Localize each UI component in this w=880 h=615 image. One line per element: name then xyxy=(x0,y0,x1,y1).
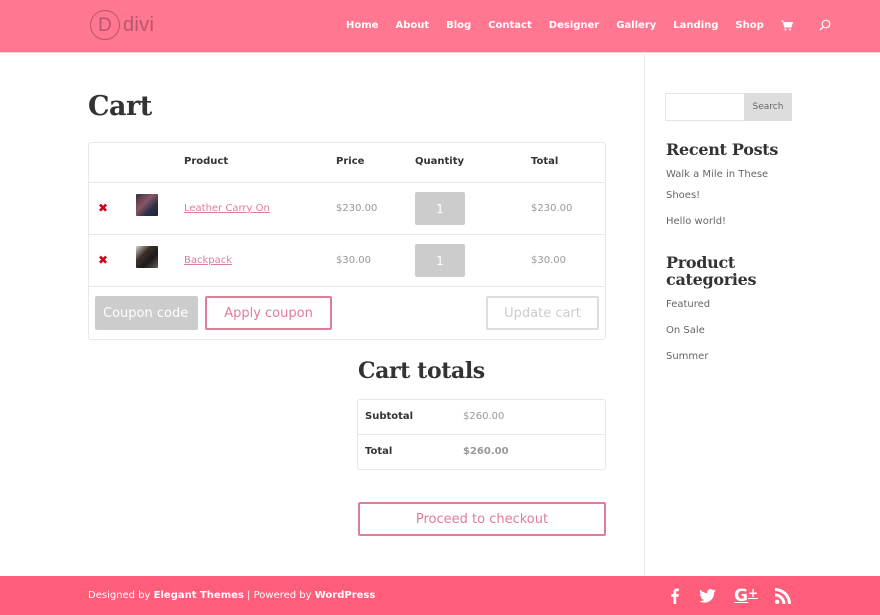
sidebar-search-input[interactable] xyxy=(665,93,745,121)
total-row: Total $260.00 xyxy=(358,435,605,470)
column-header-product: Product xyxy=(184,156,229,167)
site-logo[interactable]: D divi xyxy=(90,10,154,40)
rss-icon[interactable] xyxy=(774,586,792,606)
search-icon[interactable] xyxy=(819,19,831,31)
product-categories-title: Product categories xyxy=(666,254,757,289)
column-header-price: Price xyxy=(336,156,365,167)
shopping-cart-icon[interactable] xyxy=(780,20,793,31)
category-link-featured[interactable]: Featured xyxy=(666,294,710,315)
category-link-on-sale[interactable]: On Sale xyxy=(666,320,705,341)
nav-contact[interactable]: Contact xyxy=(488,20,532,31)
recent-post-link[interactable]: Hello world! xyxy=(666,211,726,232)
twitter-icon[interactable] xyxy=(698,586,716,606)
category-link-summer[interactable]: Summer xyxy=(666,346,708,367)
cart-actions: Coupon code Apply coupon Update cart xyxy=(89,287,605,339)
update-cart-button[interactable]: Update cart xyxy=(486,296,599,330)
logo-mark: D xyxy=(90,10,120,40)
google-plus-icon[interactable]: G + xyxy=(731,586,761,606)
subtotal-row: Subtotal $260.00 xyxy=(358,400,605,435)
apply-coupon-button[interactable]: Apply coupon xyxy=(205,296,332,330)
product-subtotal: $30.00 xyxy=(531,255,566,266)
subtotal-label: Subtotal xyxy=(365,411,414,422)
cart-item-row: ✖ Backpack $30.00 1 $30.00 xyxy=(89,235,605,287)
product-price: $30.00 xyxy=(336,255,371,266)
product-name-link[interactable]: Backpack xyxy=(184,255,232,266)
main-content: Cart Product Price Quantity Total ✖ Leat… xyxy=(0,54,880,576)
cart-totals-title: Cart totals xyxy=(358,358,485,384)
product-subtotal: $230.00 xyxy=(531,203,573,214)
product-thumbnail[interactable] xyxy=(136,246,158,268)
product-price: $230.00 xyxy=(336,203,378,214)
site-header: D divi Home About Blog Contact Designer … xyxy=(0,0,880,53)
elegant-themes-link[interactable]: Elegant Themes xyxy=(154,590,244,601)
nav-gallery[interactable]: Gallery xyxy=(616,20,656,31)
nav-about[interactable]: About xyxy=(395,20,429,31)
designed-by-text: Designed by xyxy=(88,590,154,601)
nav-home[interactable]: Home xyxy=(346,20,378,31)
recent-post-link[interactable]: Walk a Mile in These Shoes! xyxy=(666,164,768,206)
subtotal-value: $260.00 xyxy=(463,411,505,422)
product-thumbnail[interactable] xyxy=(136,194,158,216)
cart-item-row: ✖ Leather Carry On $230.00 1 $230.00 xyxy=(89,183,605,235)
quantity-input[interactable]: 1 xyxy=(415,192,465,225)
page-title: Cart xyxy=(88,91,152,122)
nav-shop[interactable]: Shop xyxy=(735,20,763,31)
sidebar-divider xyxy=(644,54,645,576)
nav-landing[interactable]: Landing xyxy=(673,20,718,31)
proceed-to-checkout-button[interactable]: Proceed to checkout xyxy=(358,502,606,536)
remove-item-icon[interactable]: ✖ xyxy=(98,201,108,215)
cart-totals-table: Subtotal $260.00 Total $260.00 xyxy=(357,399,606,470)
recent-post-line: Shoes! xyxy=(666,190,701,201)
title-line: categories xyxy=(666,270,757,289)
footer-credits: Designed by Elegant Themes | Powered by … xyxy=(88,590,375,601)
cart-table-header: Product Price Quantity Total xyxy=(89,143,605,183)
recent-post-line: Walk a Mile in These xyxy=(666,169,769,180)
main-nav: Home About Blog Contact Designer Gallery… xyxy=(346,19,831,31)
total-label: Total xyxy=(365,446,393,457)
site-footer: Designed by Elegant Themes | Powered by … xyxy=(0,576,880,615)
column-header-quantity: Quantity xyxy=(415,156,464,167)
nav-blog[interactable]: Blog xyxy=(446,20,471,31)
quantity-input[interactable]: 1 xyxy=(415,244,465,277)
logo-text: divi xyxy=(123,13,155,36)
wordpress-link[interactable]: WordPress xyxy=(315,590,376,601)
coupon-code-input[interactable]: Coupon code xyxy=(95,296,198,330)
total-value: $260.00 xyxy=(463,446,509,457)
column-header-total: Total xyxy=(531,156,559,167)
nav-designer[interactable]: Designer xyxy=(549,20,599,31)
cart-table: Product Price Quantity Total ✖ Leather C… xyxy=(88,142,606,340)
powered-by-text: | Powered by xyxy=(243,590,315,601)
recent-posts-title: Recent Posts xyxy=(666,140,779,159)
remove-item-icon[interactable]: ✖ xyxy=(98,253,108,267)
sidebar-search-button[interactable]: Search xyxy=(744,93,792,121)
product-name-link[interactable]: Leather Carry On xyxy=(184,203,270,214)
facebook-icon[interactable] xyxy=(670,586,680,606)
